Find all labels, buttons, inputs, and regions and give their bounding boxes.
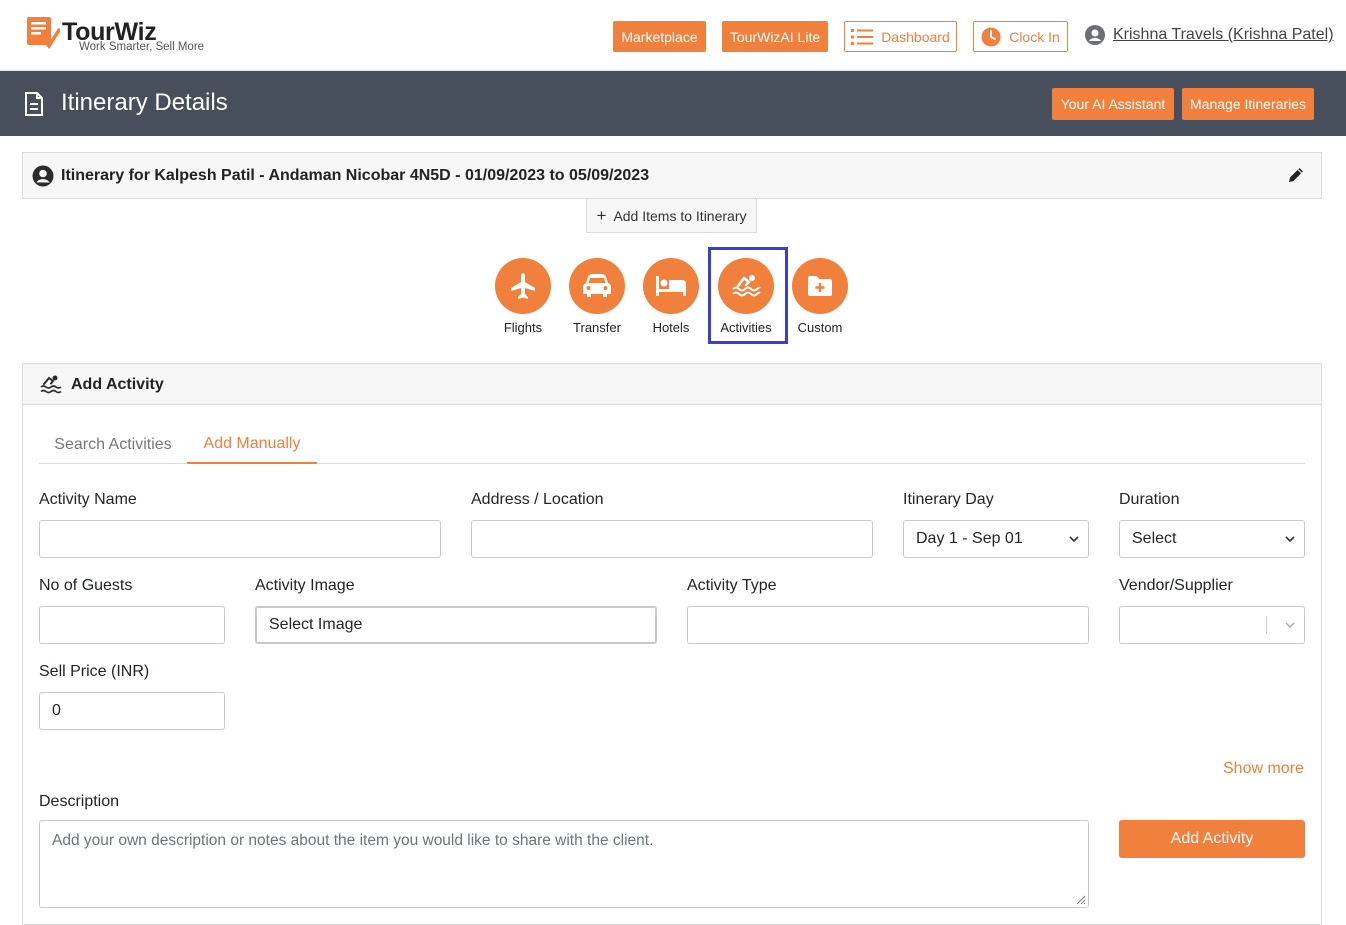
activity-image-label: Activity Image [255, 577, 355, 594]
plane-icon [495, 258, 551, 314]
top-header: TourWiz Work Smarter, Sell More Marketpl… [0, 0, 1346, 71]
activity-type-label: Activity Type [687, 577, 777, 594]
select-image-text: Select Image [269, 616, 363, 633]
category-label: Custom [797, 320, 843, 335]
category-flights[interactable]: Flights [486, 258, 560, 335]
dashboard-button[interactable]: Dashboard [844, 21, 957, 52]
chevron-down-icon [1285, 622, 1295, 628]
user-menu[interactable]: Krishna Travels (Krishna Patel) [1085, 25, 1334, 45]
show-more-link[interactable]: Show more [1223, 760, 1304, 778]
tab-search-activities[interactable]: Search Activities [39, 426, 187, 464]
card-header: Add Activity [23, 364, 1321, 405]
bed-icon [643, 258, 699, 314]
category-activities[interactable]: Activities [709, 258, 783, 335]
tourwizai-label: TourWizAI Lite [729, 28, 821, 45]
activity-name-label: Activity Name [39, 491, 137, 508]
chevron-down-icon [1069, 536, 1079, 543]
clock-in-label: Clock In [1009, 28, 1060, 45]
category-label: Hotels [652, 320, 690, 335]
resize-grip-icon[interactable] [1074, 893, 1086, 905]
ai-assistant-button[interactable]: Your AI Assistant [1052, 88, 1174, 120]
add-items-label: Add Items to Itinerary [613, 207, 747, 224]
sell-price-input[interactable]: 0 [39, 692, 225, 730]
address-input[interactable] [471, 520, 873, 558]
marketplace-button[interactable]: Marketplace [613, 21, 706, 52]
folder-plus-icon [792, 258, 848, 314]
add-activity-button[interactable]: Add Activity [1119, 820, 1305, 858]
duration-label: Duration [1119, 491, 1180, 508]
duration-select[interactable]: Select [1119, 520, 1305, 558]
itinerary-header: Itinerary for Kalpesh Patil - Andaman Ni… [22, 152, 1322, 199]
category-label: Flights [503, 320, 543, 335]
manage-itineraries-button[interactable]: Manage Itineraries [1182, 88, 1314, 120]
add-activity-card: Add Activity Search Activities Add Manua… [22, 363, 1322, 925]
category-label: Transfer [573, 320, 621, 335]
category-transfer[interactable]: Transfer [560, 258, 634, 335]
description-label: Description [39, 793, 120, 810]
page-title: Itinerary Details [61, 89, 228, 116]
logo-icon [27, 17, 60, 50]
description-placeholder: Add your own description or notes about … [52, 832, 654, 849]
dashboard-label: Dashboard [881, 28, 950, 45]
category-custom[interactable]: Custom [783, 258, 857, 335]
user-circle-icon [32, 165, 54, 187]
user-name-link[interactable]: Krishna Travels (Krishna Patel) [1113, 26, 1334, 44]
tourwizai-lite-button[interactable]: TourWizAI Lite [722, 21, 828, 52]
swimmer-icon [718, 258, 774, 314]
activity-name-input[interactable] [39, 520, 441, 558]
ai-assistant-label: Your AI Assistant [1060, 96, 1166, 112]
document-icon [25, 92, 43, 116]
card-title: Add Activity [71, 376, 164, 393]
pencil-icon[interactable] [1287, 166, 1305, 184]
sell-price-label: Sell Price (INR) [39, 663, 150, 680]
add-items-button[interactable]: + Add Items to Itinerary [586, 199, 757, 233]
itinerary-day-label: Itinerary Day [903, 491, 994, 508]
description-textarea[interactable]: Add your own description or notes about … [39, 820, 1089, 908]
category-hotels[interactable]: Hotels [634, 258, 708, 335]
address-label: Address / Location [471, 491, 604, 508]
category-label: Activities [720, 320, 772, 335]
swimmer-icon [40, 375, 62, 394]
manage-itineraries-label: Manage Itineraries [1190, 96, 1306, 112]
duration-value: Select [1132, 530, 1177, 547]
itinerary-title: Itinerary for Kalpesh Patil - Andaman Ni… [61, 167, 650, 184]
logo-tagline: Work Smarter, Sell More [79, 41, 205, 53]
guests-label: No of Guests [39, 577, 133, 594]
activity-image-picker[interactable]: Select Image [255, 606, 657, 644]
activity-type-input[interactable] [687, 606, 1089, 644]
activity-tabs: Search Activities Add Manually [39, 426, 1305, 464]
page-title-bar: Itinerary Details Your AI Assistant Mana… [0, 71, 1346, 136]
vendor-label: Vendor/Supplier [1119, 577, 1233, 594]
plus-icon: + [596, 205, 607, 225]
marketplace-label: Marketplace [621, 28, 698, 45]
tab-add-manually[interactable]: Add Manually [187, 426, 317, 464]
select-separator [1266, 616, 1267, 634]
list-icon [851, 28, 874, 45]
user-avatar-icon [1085, 25, 1105, 45]
car-icon [569, 258, 625, 314]
tourwiz-logo[interactable]: TourWiz Work Smarter, Sell More [26, 16, 216, 56]
add-activity-label: Add Activity [1170, 830, 1254, 847]
chevron-down-icon [1285, 536, 1295, 543]
itinerary-day-select[interactable]: Day 1 - Sep 01 [903, 520, 1089, 558]
guests-input[interactable] [39, 606, 225, 644]
clock-in-button[interactable]: Clock In [973, 21, 1068, 52]
itinerary-day-value: Day 1 - Sep 01 [916, 530, 1023, 547]
clock-icon [981, 27, 1001, 47]
vendor-select[interactable] [1119, 606, 1305, 644]
